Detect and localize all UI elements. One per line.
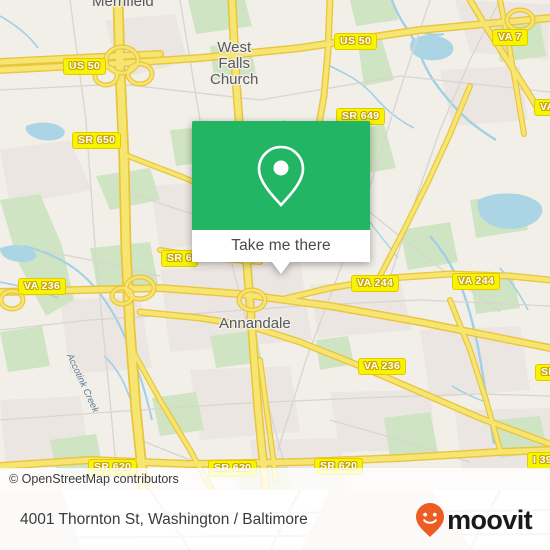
popup-tail bbox=[272, 262, 290, 274]
moovit-smiley-pin-icon bbox=[416, 503, 445, 537]
road-shield: US 50 bbox=[63, 58, 107, 75]
footer-bar: 4001 Thornton St, Washington / Baltimore… bbox=[0, 490, 550, 550]
road-shield: VA 7 bbox=[492, 29, 528, 46]
road-shield: US 50 bbox=[334, 33, 378, 50]
popup-header bbox=[192, 121, 370, 230]
road-shield: VA 244 bbox=[452, 273, 501, 290]
road-shield: I 39 bbox=[527, 452, 550, 469]
map-attribution[interactable]: © OpenStreetMap contributors bbox=[0, 468, 550, 490]
moovit-logo[interactable]: moovit bbox=[415, 490, 533, 550]
location-popup[interactable]: Take me there bbox=[192, 121, 370, 274]
screenshot-root: Merrifield West Falls Church Annandale Acc… bbox=[0, 0, 550, 550]
footer-address: 4001 Thornton St, Washington / Baltimore bbox=[20, 511, 308, 528]
popup-cta-label: Take me there bbox=[231, 237, 331, 254]
road-shield: SR bbox=[535, 364, 550, 381]
map-canvas[interactable]: Merrifield West Falls Church Annandale Acc… bbox=[0, 0, 550, 490]
map-pin-icon bbox=[257, 145, 305, 207]
road-shield: VA 236 bbox=[18, 278, 67, 295]
road-shield: VA bbox=[534, 99, 550, 116]
road-shield: VA 236 bbox=[358, 358, 407, 375]
road-shield: VA 244 bbox=[351, 275, 400, 292]
road-shield: SR 650 bbox=[72, 132, 122, 149]
popup-cta[interactable]: Take me there bbox=[192, 230, 370, 262]
moovit-wordmark: moovit bbox=[447, 504, 533, 535]
